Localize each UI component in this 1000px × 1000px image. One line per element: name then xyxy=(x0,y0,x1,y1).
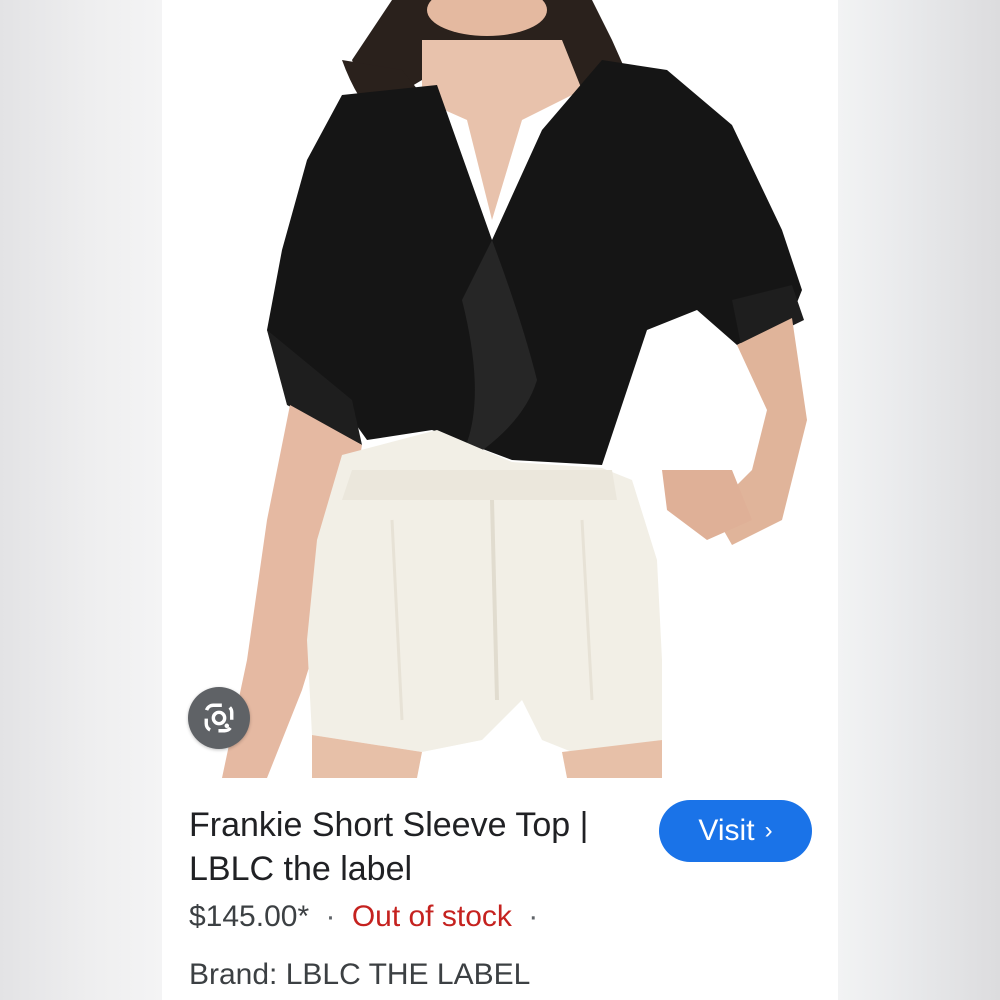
product-title-line2: LBLC the label xyxy=(189,850,413,888)
brand-row: Brand: LBLC THE LABEL xyxy=(189,958,530,992)
separator-dot-trailing: · xyxy=(528,900,539,933)
chevron-right-icon: › xyxy=(764,817,773,844)
brand-value: LBLC THE LABEL xyxy=(285,958,531,991)
brand-label: Brand: xyxy=(189,958,278,991)
product-price: $145.00* xyxy=(189,900,310,933)
background-blur-left xyxy=(0,0,162,1000)
visit-button[interactable]: Visit › xyxy=(659,800,812,862)
product-photo-illustration xyxy=(222,0,807,778)
price-availability-row: $145.00* · Out of stock · xyxy=(189,900,546,934)
google-lens-icon[interactable] xyxy=(188,687,250,749)
visit-button-label: Visit xyxy=(698,814,755,847)
background-blur-right xyxy=(838,0,1000,1000)
product-card: Frankie Short Sleeve Top | LBLC the labe… xyxy=(162,0,838,1000)
product-title[interactable]: Frankie Short Sleeve Top | LBLC the labe… xyxy=(189,803,639,891)
stock-status: Out of stock xyxy=(351,900,512,933)
product-title-line1: Frankie Short Sleeve Top | xyxy=(189,806,589,844)
separator-dot: · xyxy=(325,900,336,933)
lens-glyph xyxy=(204,703,234,733)
product-image[interactable] xyxy=(192,0,808,778)
